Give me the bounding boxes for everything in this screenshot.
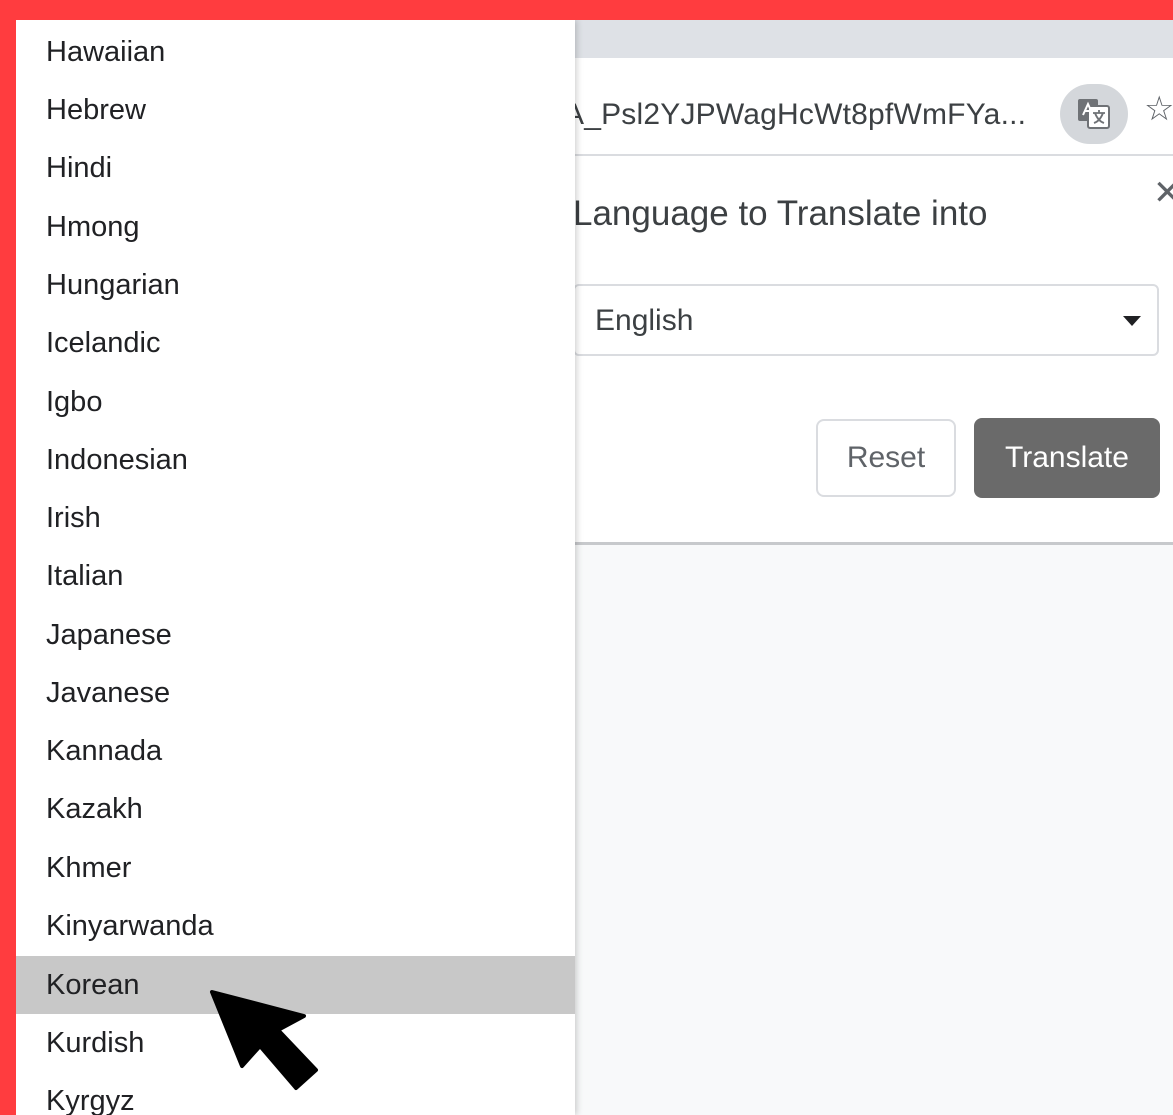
list-item[interactable]: Kannada: [16, 722, 575, 780]
bubble-title: Language to Translate into: [573, 194, 988, 233]
list-item[interactable]: Japanese: [16, 606, 575, 664]
list-item[interactable]: Indonesian: [16, 431, 575, 489]
translate-glyph: [1078, 99, 1110, 129]
selected-language: English: [595, 304, 694, 337]
list-item[interactable]: Hungarian: [16, 256, 575, 314]
language-dropdown-list[interactable]: Hawaiian Hebrew Hindi Hmong Hungarian Ic…: [16, 20, 575, 1115]
translate-button[interactable]: Translate: [974, 418, 1160, 498]
translate-icon[interactable]: [1060, 84, 1128, 144]
list-item[interactable]: Kinyarwanda: [16, 897, 575, 955]
list-item[interactable]: Javanese: [16, 664, 575, 722]
list-item[interactable]: Hindi: [16, 139, 575, 197]
list-item[interactable]: Icelandic: [16, 314, 575, 372]
close-icon[interactable]: ✕: [1153, 176, 1173, 210]
address-bar-url[interactable]: A_Psl2YJPWagHcWt8pfWmFYa...: [564, 98, 1026, 132]
chevron-down-icon: [1123, 316, 1141, 326]
mouse-cursor-icon: [210, 990, 318, 1090]
list-item[interactable]: Khmer: [16, 839, 575, 897]
list-item[interactable]: Irish: [16, 489, 575, 547]
list-item[interactable]: Kazakh: [16, 780, 575, 838]
list-item[interactable]: Italian: [16, 547, 575, 605]
list-item[interactable]: Hawaiian: [16, 23, 575, 81]
screenshot-frame: A_Psl2YJPWagHcWt8pfWmFYa... ☆ Language t…: [16, 20, 1173, 1115]
reset-button[interactable]: Reset: [816, 419, 956, 497]
target-language-select[interactable]: English: [573, 284, 1159, 356]
star-icon[interactable]: ☆: [1144, 92, 1173, 126]
list-item[interactable]: Hebrew: [16, 81, 575, 139]
list-item[interactable]: Hmong: [16, 198, 575, 256]
list-item[interactable]: Igbo: [16, 373, 575, 431]
